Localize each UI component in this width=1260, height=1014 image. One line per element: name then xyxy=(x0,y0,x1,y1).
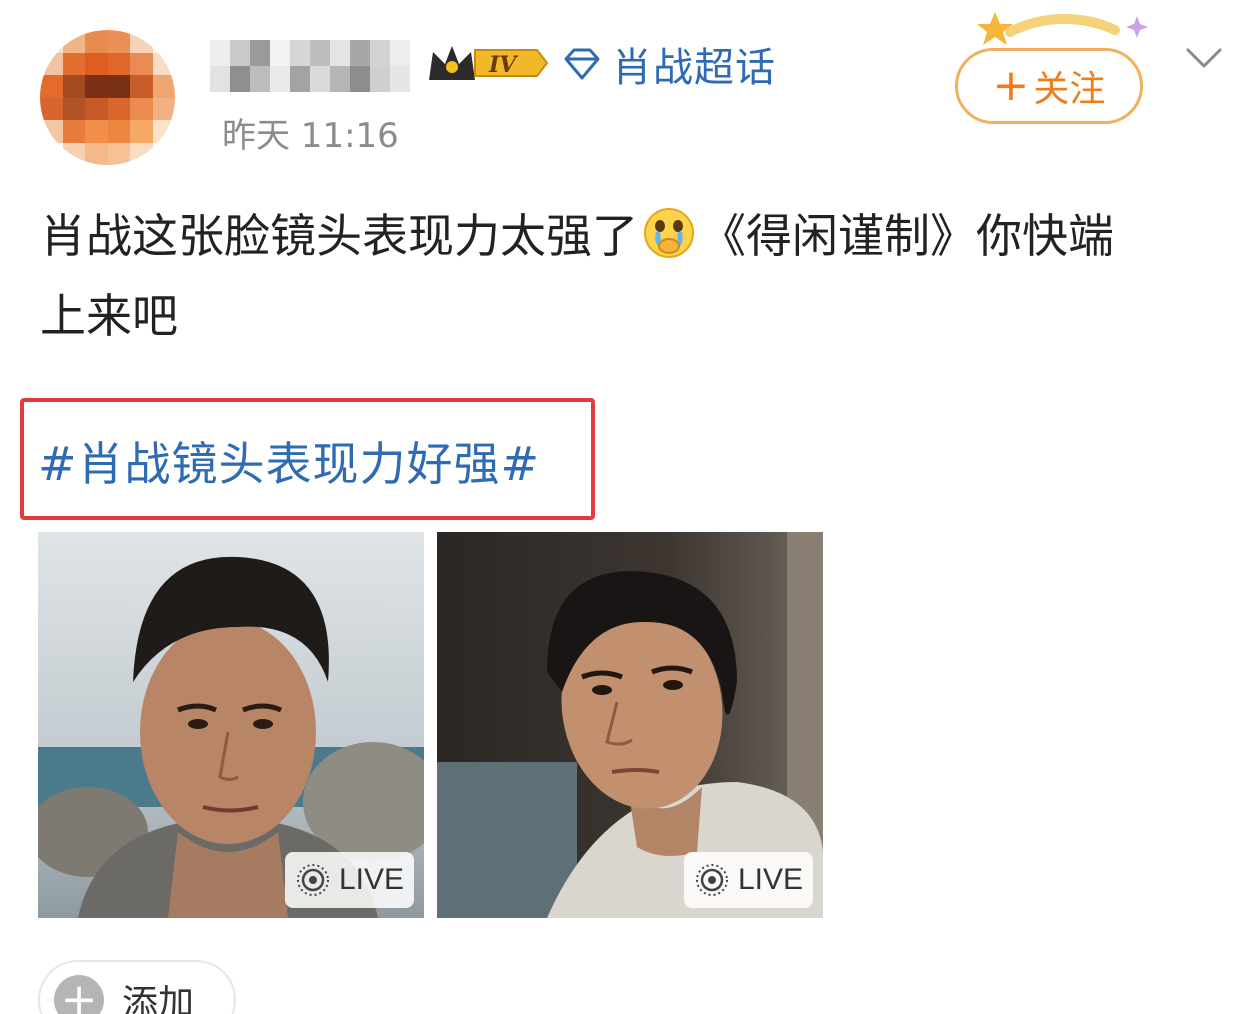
diamond-icon xyxy=(564,48,600,80)
crying-emoji-icon xyxy=(644,208,694,258)
chevron-down-icon[interactable] xyxy=(1184,42,1224,72)
live-label: LIVE xyxy=(338,863,404,896)
avatar[interactable] xyxy=(40,30,175,165)
post-timestamp: 昨天 11:16 xyxy=(222,116,399,156)
post-image-2[interactable]: LIVE xyxy=(437,532,823,918)
add-icon: + xyxy=(54,975,104,1014)
post-body-line-2: 上来吧 xyxy=(40,289,178,343)
live-photo-icon xyxy=(296,864,329,896)
level-text: IV xyxy=(488,52,518,78)
add-button[interactable]: + 添加 xyxy=(38,960,236,1014)
post-image-1[interactable]: LIVE xyxy=(38,532,424,918)
plus-icon: + xyxy=(992,60,1030,111)
weibo-post: IV 肖战超话 昨天 11:16 + 关注 肖战这张脸镜头表现力太强了 《得闲谨… xyxy=(0,0,1260,1014)
supertopic-link[interactable]: 肖战超话 xyxy=(562,36,776,92)
live-badge[interactable]: LIVE xyxy=(683,852,813,908)
username-redacted[interactable] xyxy=(210,40,410,92)
live-photo-icon xyxy=(695,864,728,896)
body-text-part-1: 肖战这张脸镜头表现力太强了 xyxy=(40,209,638,263)
post-body-line-1: 肖战这张脸镜头表现力太强了 《得闲谨制》你快端 xyxy=(40,196,1230,276)
body-text-part-2: 《得闲谨制》你快端 xyxy=(700,209,1114,263)
live-label: LIVE xyxy=(737,863,803,896)
supertopic-label: 肖战超话 xyxy=(612,45,776,91)
follow-button[interactable]: + 关注 xyxy=(955,48,1143,124)
crown-icon: IV xyxy=(429,46,549,80)
add-label: 添加 xyxy=(122,983,195,1014)
live-badge[interactable]: LIVE xyxy=(284,852,414,908)
level-badge: IV xyxy=(425,40,551,86)
follow-label: 关注 xyxy=(1033,69,1106,110)
hashtag-link[interactable]: #肖战镜头表现力好强# xyxy=(38,428,540,494)
post-body: 肖战这张脸镜头表现力太强了 《得闲谨制》你快端 上来吧 xyxy=(40,196,1230,356)
